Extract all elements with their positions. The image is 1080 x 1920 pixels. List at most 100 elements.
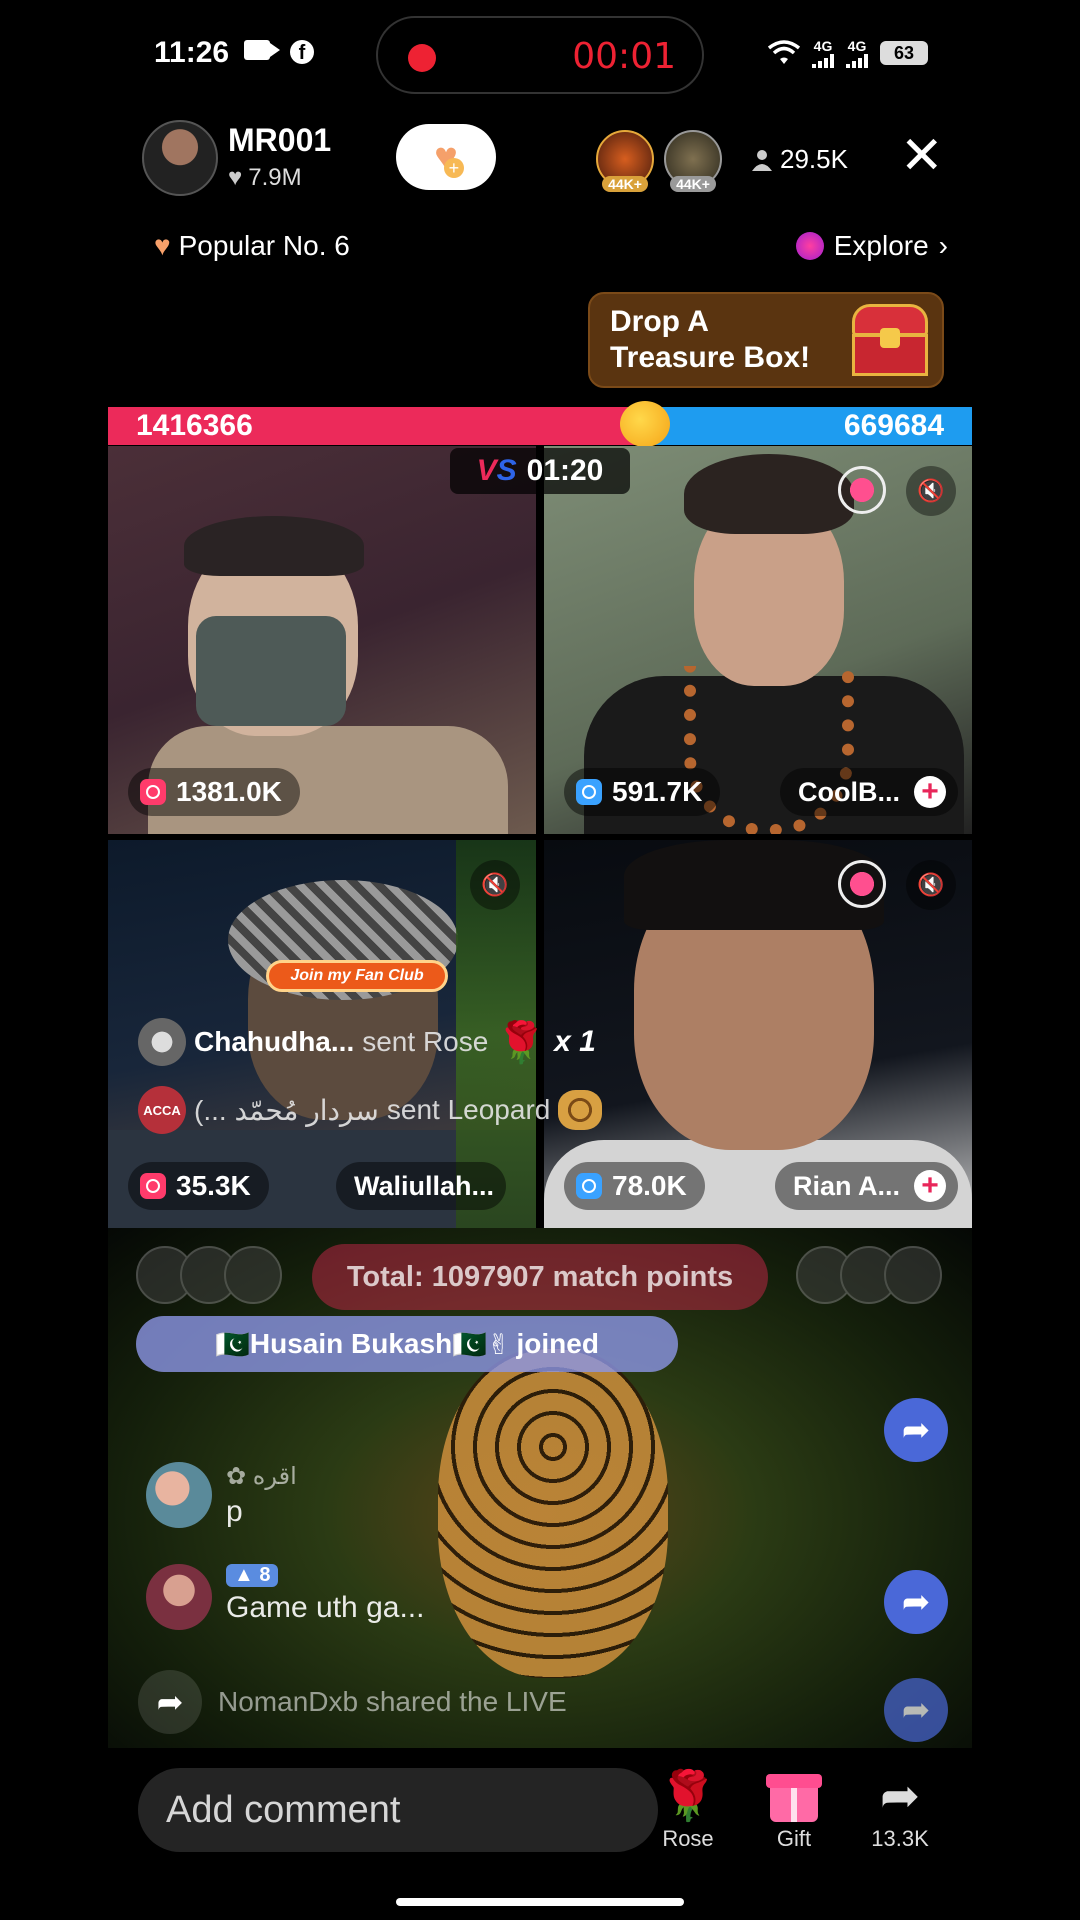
explore-icon [795, 232, 824, 260]
signal-2: 4G [846, 38, 868, 68]
share-arrow-icon[interactable]: ➦ [884, 1398, 948, 1462]
host-name[interactable]: MR001 [228, 122, 331, 159]
gift-box-icon [766, 1774, 822, 1822]
top-viewer-avatar-1[interactable]: 44K+ [596, 130, 654, 192]
top-viewer-avatar-2[interactable]: 44K+ [664, 130, 722, 192]
chat-comment[interactable]: ✿ اقره p [146, 1462, 297, 1529]
gift-notice: Chahudha... sent Rose 🌹 x 1 [138, 1016, 596, 1068]
add-follow-icon[interactable]: + [914, 776, 946, 808]
guest-name: CoolB... [798, 776, 900, 807]
gift-action: sent Rose [362, 1026, 489, 1057]
commenter-avatar[interactable] [146, 1564, 212, 1630]
clock: 11:26 [154, 36, 230, 69]
guest-score-value: 78.0K [612, 1170, 687, 1201]
score-icon [140, 779, 166, 805]
gift-label: Gift [776, 1826, 812, 1851]
guest-tile-4[interactable]: 🔇 78.0K Rian A... + [544, 840, 972, 1228]
heart-icon: ♥ [154, 230, 171, 261]
chevron-right-icon: › [938, 230, 948, 261]
screen-record-indicator[interactable]: 00:01 [376, 16, 704, 94]
gift-animation-icon [838, 860, 886, 908]
commenter-badges: ▲ 8 [226, 1564, 424, 1587]
guest-score: 1381.0K [128, 768, 300, 816]
joined-user-name: Husain Bukash [249, 1328, 453, 1359]
guest-score-value: 35.3K [176, 1170, 251, 1201]
score-icon [140, 1173, 166, 1199]
gift-count: x 1 [554, 1025, 596, 1058]
rose-gift-button[interactable]: 🌹 Rose [648, 1768, 728, 1852]
guest-name: Waliullah... [353, 1170, 494, 1201]
gift-sender-name: Chahudha... [194, 1026, 355, 1057]
signal-1: 4G [812, 38, 834, 68]
commenter-avatar[interactable] [146, 1462, 212, 1528]
comment-text: Game uth ga... [226, 1591, 425, 1624]
popular-rank[interactable]: ♥ Popular No. 6 [154, 230, 350, 262]
explore-label: Explore [833, 230, 929, 261]
guest-score-value: 1381.0K [176, 776, 282, 807]
share-arrow-icon[interactable]: ➦ [884, 1570, 948, 1634]
level-badge: ▲ 8 [226, 1564, 279, 1587]
share-button[interactable]: ➦ 13.3K [860, 1768, 940, 1852]
guest-name-pill[interactable]: CoolB... + [780, 768, 958, 816]
treasure-box-banner[interactable]: Drop A Treasure Box! [588, 292, 944, 388]
guest-name: Rian A... [792, 1170, 900, 1201]
share-icon: ➦ [879, 1770, 921, 1823]
share-count: 13.3K [871, 1826, 929, 1851]
guest-tile-1[interactable]: 1381.0K [108, 446, 536, 834]
gift-notice: ACCA (... سردار مُحمّد sent Leopard [138, 1084, 603, 1136]
battle-score-bar: 1416366 669684 [108, 401, 972, 447]
facebook-icon: f [290, 40, 314, 64]
treasure-chest-icon [852, 304, 928, 376]
popular-rank-label: Popular No. 6 [178, 230, 350, 261]
muted-speaker-icon[interactable]: 🔇 [906, 466, 956, 516]
rose-icon: 🌹 [658, 1770, 718, 1823]
flag-icon: 🇵🇰 [215, 1328, 250, 1360]
share-arrow-icon[interactable]: ➦ [884, 1678, 948, 1742]
add-follow-icon[interactable]: + [914, 1170, 946, 1202]
guest-name-pill[interactable]: Rian A... + [774, 1162, 958, 1210]
joined-label: joined [516, 1328, 599, 1359]
leopard-icon [558, 1090, 603, 1130]
signal-bars-icon [846, 54, 868, 68]
level-value: 8 [259, 1564, 271, 1586]
close-button[interactable]: ✕ [900, 130, 944, 182]
gift-animation-icon [838, 466, 886, 514]
guest-name-pill[interactable]: Waliullah... [335, 1162, 506, 1210]
heart-icon: ♥ [228, 164, 243, 191]
follow-button[interactable]: ♥ + [396, 124, 496, 190]
network-type-1: 4G [813, 38, 833, 54]
notification-icons: f [244, 40, 314, 64]
video-camera-icon [244, 40, 280, 60]
share-notice-text: NomanDxb shared the LIVE [218, 1686, 567, 1717]
explore-link[interactable]: Explore › [795, 230, 948, 262]
guest-tile-2[interactable]: 🔇 591.7K CoolB... + [544, 446, 972, 834]
host-avatar[interactable] [142, 120, 218, 196]
gift-button[interactable]: Gift [754, 1768, 834, 1852]
battle-timer: VS 01:20 [450, 448, 630, 494]
joined-emoji: 🇵🇰✌ [452, 1328, 511, 1360]
wifi-icon [768, 40, 800, 64]
comment-text: p [226, 1495, 243, 1528]
right-team-supporters[interactable] [796, 1246, 942, 1304]
treasure-line-1: Drop A [610, 305, 709, 338]
muted-speaker-icon[interactable]: 🔇 [906, 860, 956, 910]
muted-speaker-icon[interactable]: 🔇 [470, 860, 520, 910]
home-indicator[interactable] [396, 1898, 684, 1906]
top-viewer-badge: 44K+ [602, 176, 648, 192]
gift-sender-name: (... سردار مُحمّد [194, 1094, 379, 1126]
battle-emoji-icon [620, 401, 670, 447]
top-viewer-badge: 44K+ [670, 176, 716, 192]
join-fan-club-button[interactable]: Join my Fan Club [266, 960, 448, 992]
viewer-count[interactable]: 29.5K [752, 144, 848, 175]
treasure-line-2: Treasure Box! [610, 341, 811, 374]
comment-input[interactable] [138, 1768, 658, 1852]
network-type-2: 4G [847, 38, 867, 54]
battery-icon: 63 [880, 41, 928, 65]
total-match-points: Total: 1097907 match points [312, 1244, 768, 1310]
left-team-supporters[interactable] [136, 1246, 282, 1304]
signal-bars-icon [812, 54, 834, 68]
heart-plus-icon: ♥ + [434, 135, 464, 180]
share-notice: ➦ NomanDxb shared the LIVE [138, 1670, 567, 1734]
host-likes-count: 7.9M [248, 164, 302, 191]
chat-comment[interactable]: ▲ 8 Game uth ga... [146, 1564, 424, 1630]
